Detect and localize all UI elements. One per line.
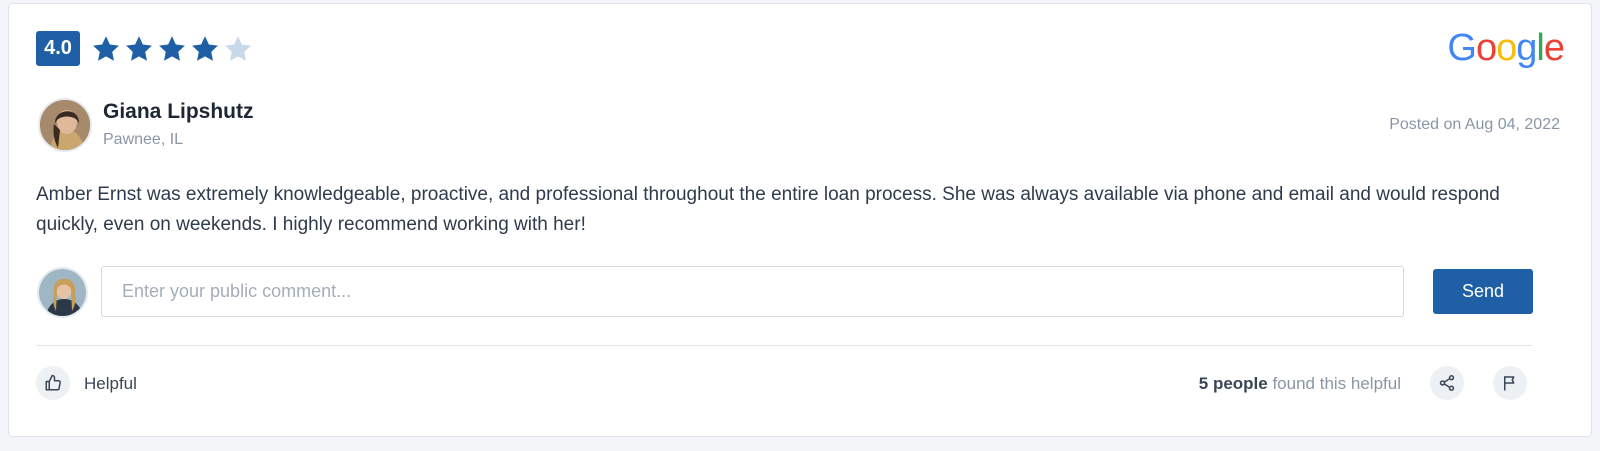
review-card: 4.0 Google Giana Lipshutz Pawnee, IL Pos… bbox=[8, 3, 1592, 437]
helpful-label[interactable]: Helpful bbox=[84, 374, 137, 394]
google-logo-letter: l bbox=[1536, 27, 1545, 69]
rating-badge: 4.0 bbox=[36, 31, 80, 66]
divider bbox=[36, 345, 1533, 346]
helpful-count: 5 people found this helpful bbox=[1199, 374, 1401, 394]
helpful-count-number: 5 people bbox=[1198, 374, 1268, 393]
review-text: Amber Ernst was extremely knowledgeable,… bbox=[36, 184, 1500, 235]
flag-icon bbox=[1504, 376, 1515, 391]
google-logo: Google bbox=[1447, 27, 1565, 70]
google-logo-letter: g bbox=[1516, 27, 1537, 69]
thumbs-up-icon bbox=[45, 374, 61, 391]
helpful-button[interactable] bbox=[36, 366, 70, 400]
star-rating bbox=[91, 34, 253, 64]
star-filled-icon bbox=[159, 36, 185, 61]
report-button[interactable] bbox=[1493, 366, 1527, 400]
star-filled-icon bbox=[192, 36, 218, 61]
google-logo-letter: o bbox=[1496, 27, 1517, 69]
star-filled-icon bbox=[93, 36, 119, 61]
reviewer-location: Pawnee, IL bbox=[103, 131, 184, 148]
commenter-avatar bbox=[37, 267, 88, 318]
helpful-count-suffix: found this helpful bbox=[1267, 374, 1401, 393]
google-logo-letter: o bbox=[1475, 27, 1497, 69]
share-icon bbox=[1439, 375, 1455, 391]
share-button[interactable] bbox=[1430, 366, 1464, 400]
google-logo-letter: G bbox=[1447, 27, 1477, 69]
reviewer-avatar bbox=[38, 98, 92, 152]
comment-input[interactable] bbox=[101, 266, 1404, 317]
send-button[interactable]: Send bbox=[1433, 269, 1533, 314]
google-logo-letter: e bbox=[1543, 27, 1565, 69]
reviewer-name: Giana Lipshutz bbox=[103, 100, 254, 123]
posted-date: Posted on Aug 04, 2022 bbox=[1389, 116, 1560, 133]
star-empty-icon bbox=[225, 36, 251, 61]
star-filled-icon bbox=[126, 36, 152, 61]
